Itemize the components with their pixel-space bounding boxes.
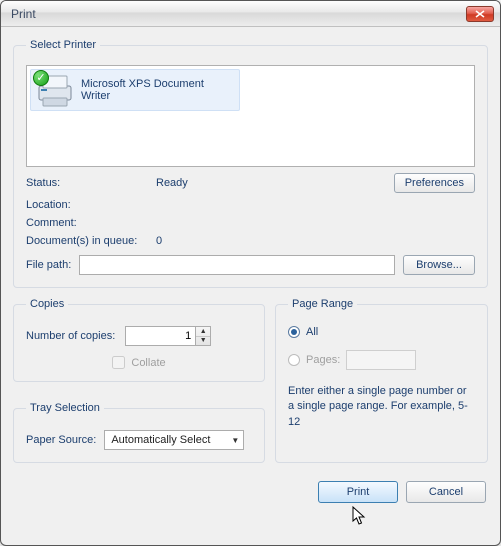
chevron-down-icon: ▼	[231, 436, 239, 445]
page-range-legend: Page Range	[288, 298, 357, 310]
preferences-button[interactable]: Preferences	[394, 173, 475, 193]
printer-icon: ✓	[35, 72, 75, 108]
page-range-group: Page Range All Pages: Enter either a sin…	[275, 298, 488, 463]
printer-item-selected[interactable]: ✓ Microsoft XPS Document Writer	[30, 69, 240, 111]
close-button[interactable]	[466, 6, 494, 22]
browse-button[interactable]: Browse...	[403, 255, 475, 275]
cancel-button[interactable]: Cancel	[406, 481, 486, 503]
spin-down-icon[interactable]: ▼	[196, 337, 210, 346]
window-title: Print	[11, 7, 466, 21]
paper-source-value: Automatically Select	[111, 434, 210, 446]
copies-input[interactable]	[125, 326, 195, 346]
queue-value: 0	[156, 235, 276, 247]
copies-legend: Copies	[26, 298, 68, 310]
comment-label: Comment:	[26, 217, 156, 229]
radio-all-label: All	[306, 326, 318, 338]
close-icon	[475, 10, 485, 18]
tray-legend: Tray Selection	[26, 402, 104, 414]
filepath-input[interactable]	[79, 255, 395, 275]
print-dialog: Print Select Printer ✓	[0, 0, 501, 546]
radio-all[interactable]	[288, 326, 300, 338]
radio-pages	[288, 354, 300, 366]
copies-stepper[interactable]: ▲ ▼	[125, 326, 211, 346]
pages-input	[346, 350, 416, 370]
copies-label: Number of copies:	[26, 330, 115, 342]
printer-list[interactable]: ✓ Microsoft XPS Document Writer	[26, 65, 475, 167]
status-label: Status:	[26, 177, 156, 189]
copies-group: Copies Number of copies: ▲ ▼	[13, 298, 265, 382]
select-printer-group: Select Printer ✓ Microsoft XPS Document …	[13, 39, 488, 288]
location-label: Location:	[26, 199, 156, 211]
radio-pages-label: Pages:	[306, 354, 340, 366]
page-range-hint: Enter either a single page number or a s…	[288, 384, 475, 430]
print-button[interactable]: Print	[318, 481, 398, 503]
select-printer-legend: Select Printer	[26, 39, 100, 51]
queue-label: Document(s) in queue:	[26, 235, 156, 247]
collate-label: Collate	[131, 357, 165, 369]
collate-checkbox	[112, 356, 125, 369]
filepath-label: File path:	[26, 259, 71, 271]
status-value: Ready	[156, 177, 276, 189]
titlebar[interactable]: Print	[1, 1, 500, 27]
printer-name: Microsoft XPS Document Writer	[81, 78, 235, 102]
tray-group: Tray Selection Paper Source: Automatical…	[13, 402, 265, 463]
default-check-icon: ✓	[33, 70, 49, 86]
spin-up-icon[interactable]: ▲	[196, 327, 210, 337]
paper-source-label: Paper Source:	[26, 434, 96, 446]
paper-source-select[interactable]: Automatically Select ▼	[104, 430, 244, 450]
